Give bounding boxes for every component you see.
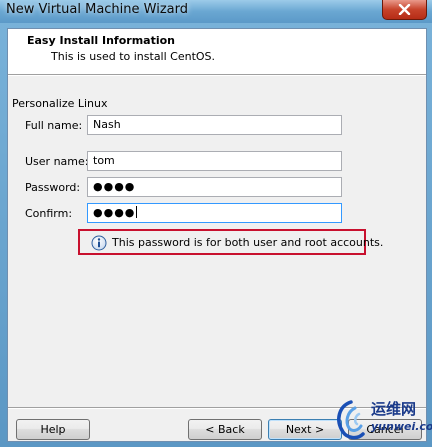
- confirm-password-field[interactable]: ●●●●: [87, 203, 342, 223]
- full-name-label: Full name:: [25, 119, 83, 132]
- next-button[interactable]: Next >: [268, 419, 342, 440]
- page-title: Easy Install Information: [27, 34, 176, 47]
- window-title: New Virtual Machine Wizard: [6, 2, 188, 17]
- user-name-value: tom: [93, 154, 115, 167]
- back-button[interactable]: < Back: [188, 419, 262, 440]
- password-field[interactable]: ●●●●: [87, 177, 342, 197]
- close-icon: [398, 4, 411, 15]
- watermark-text-domain: yunwei.com: [371, 420, 432, 433]
- wizard-body: Easy Install Information This is used to…: [7, 28, 427, 442]
- watermark-swirl-icon: [337, 400, 365, 440]
- hint-text: This password is for both user and root …: [112, 236, 384, 249]
- password-value: ●●●●: [93, 180, 136, 193]
- close-button[interactable]: [382, 0, 427, 20]
- section-title-personalize: Personalize Linux: [12, 97, 108, 110]
- page-subtitle: This is used to install CentOS.: [51, 50, 216, 63]
- window-frame: New Virtual Machine Wizard Easy Install …: [0, 0, 432, 447]
- text-caret: [136, 206, 138, 218]
- full-name-field[interactable]: Nash: [87, 115, 342, 135]
- password-hint: This password is for both user and root …: [78, 229, 383, 255]
- password-label: Password:: [25, 181, 81, 194]
- confirm-label: Confirm:: [25, 207, 73, 220]
- watermark-text-cn: 运维网: [371, 400, 417, 418]
- info-icon: [91, 235, 107, 251]
- wizard-header: Easy Install Information This is used to…: [8, 29, 426, 75]
- user-name-label: User name:: [25, 155, 89, 168]
- user-name-field[interactable]: tom: [87, 151, 342, 171]
- help-button[interactable]: Help: [16, 419, 90, 440]
- full-name-value: Nash: [93, 118, 121, 131]
- watermark-logo: 运维网 yunwei.com: [333, 398, 432, 442]
- confirm-value: ●●●●: [93, 206, 136, 219]
- header-divider: [8, 75, 426, 76]
- title-bar[interactable]: New Virtual Machine Wizard: [0, 0, 432, 23]
